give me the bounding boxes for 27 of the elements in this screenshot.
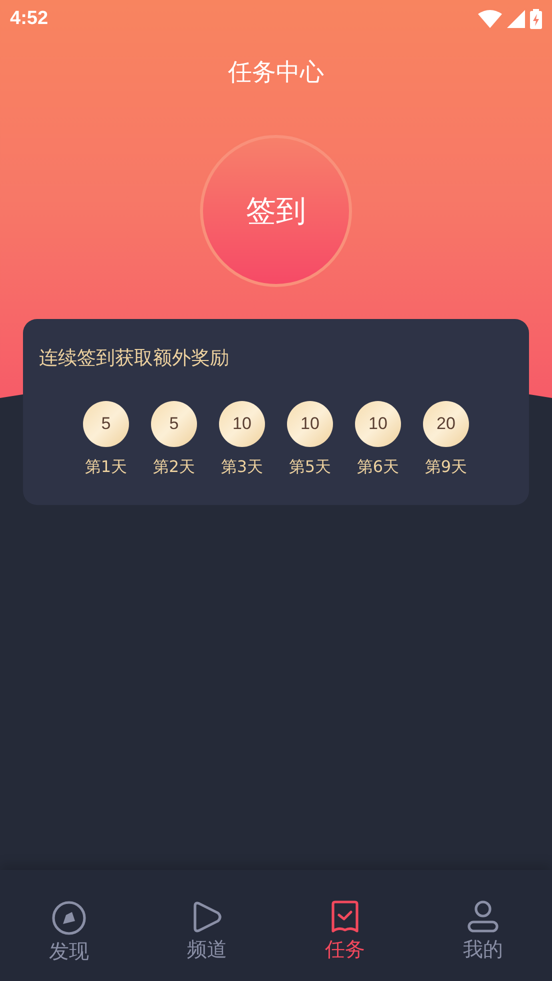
- coin-badge: 10: [219, 401, 265, 447]
- tab-item[interactable]: 发现: [0, 900, 138, 964]
- card-title: 连续签到获取额外奖励: [39, 346, 230, 371]
- user-icon: [466, 900, 500, 934]
- wifi-icon: [478, 10, 502, 28]
- tab-item[interactable]: 任务: [276, 900, 414, 962]
- day-label: 第5天: [288, 456, 332, 478]
- coin-badge: 20: [423, 401, 469, 447]
- day-label: 第1天: [84, 456, 128, 478]
- coin-badge: 10: [287, 401, 333, 447]
- page-title: 任务中心: [228, 57, 324, 88]
- coin-badge: 5: [83, 401, 129, 447]
- signal-icon: [507, 10, 525, 28]
- tab-item[interactable]: 频道: [138, 900, 276, 962]
- tab-item[interactable]: 我的: [414, 900, 552, 962]
- day-label: 第6天: [356, 456, 400, 478]
- compass-icon: [51, 900, 87, 936]
- battery-icon: [530, 9, 542, 29]
- day-label: 第3天: [220, 456, 264, 478]
- play-icon: [191, 900, 223, 934]
- coin-badge: 10: [355, 401, 401, 447]
- day-label: 第9天: [424, 456, 468, 478]
- checked-ticket-icon: [329, 900, 361, 934]
- coin-badge: 5: [151, 401, 197, 447]
- checkin-button[interactable]: 签到: [200, 135, 352, 287]
- status-time: 4:52: [10, 6, 48, 31]
- day-label: 第2天: [152, 456, 196, 478]
